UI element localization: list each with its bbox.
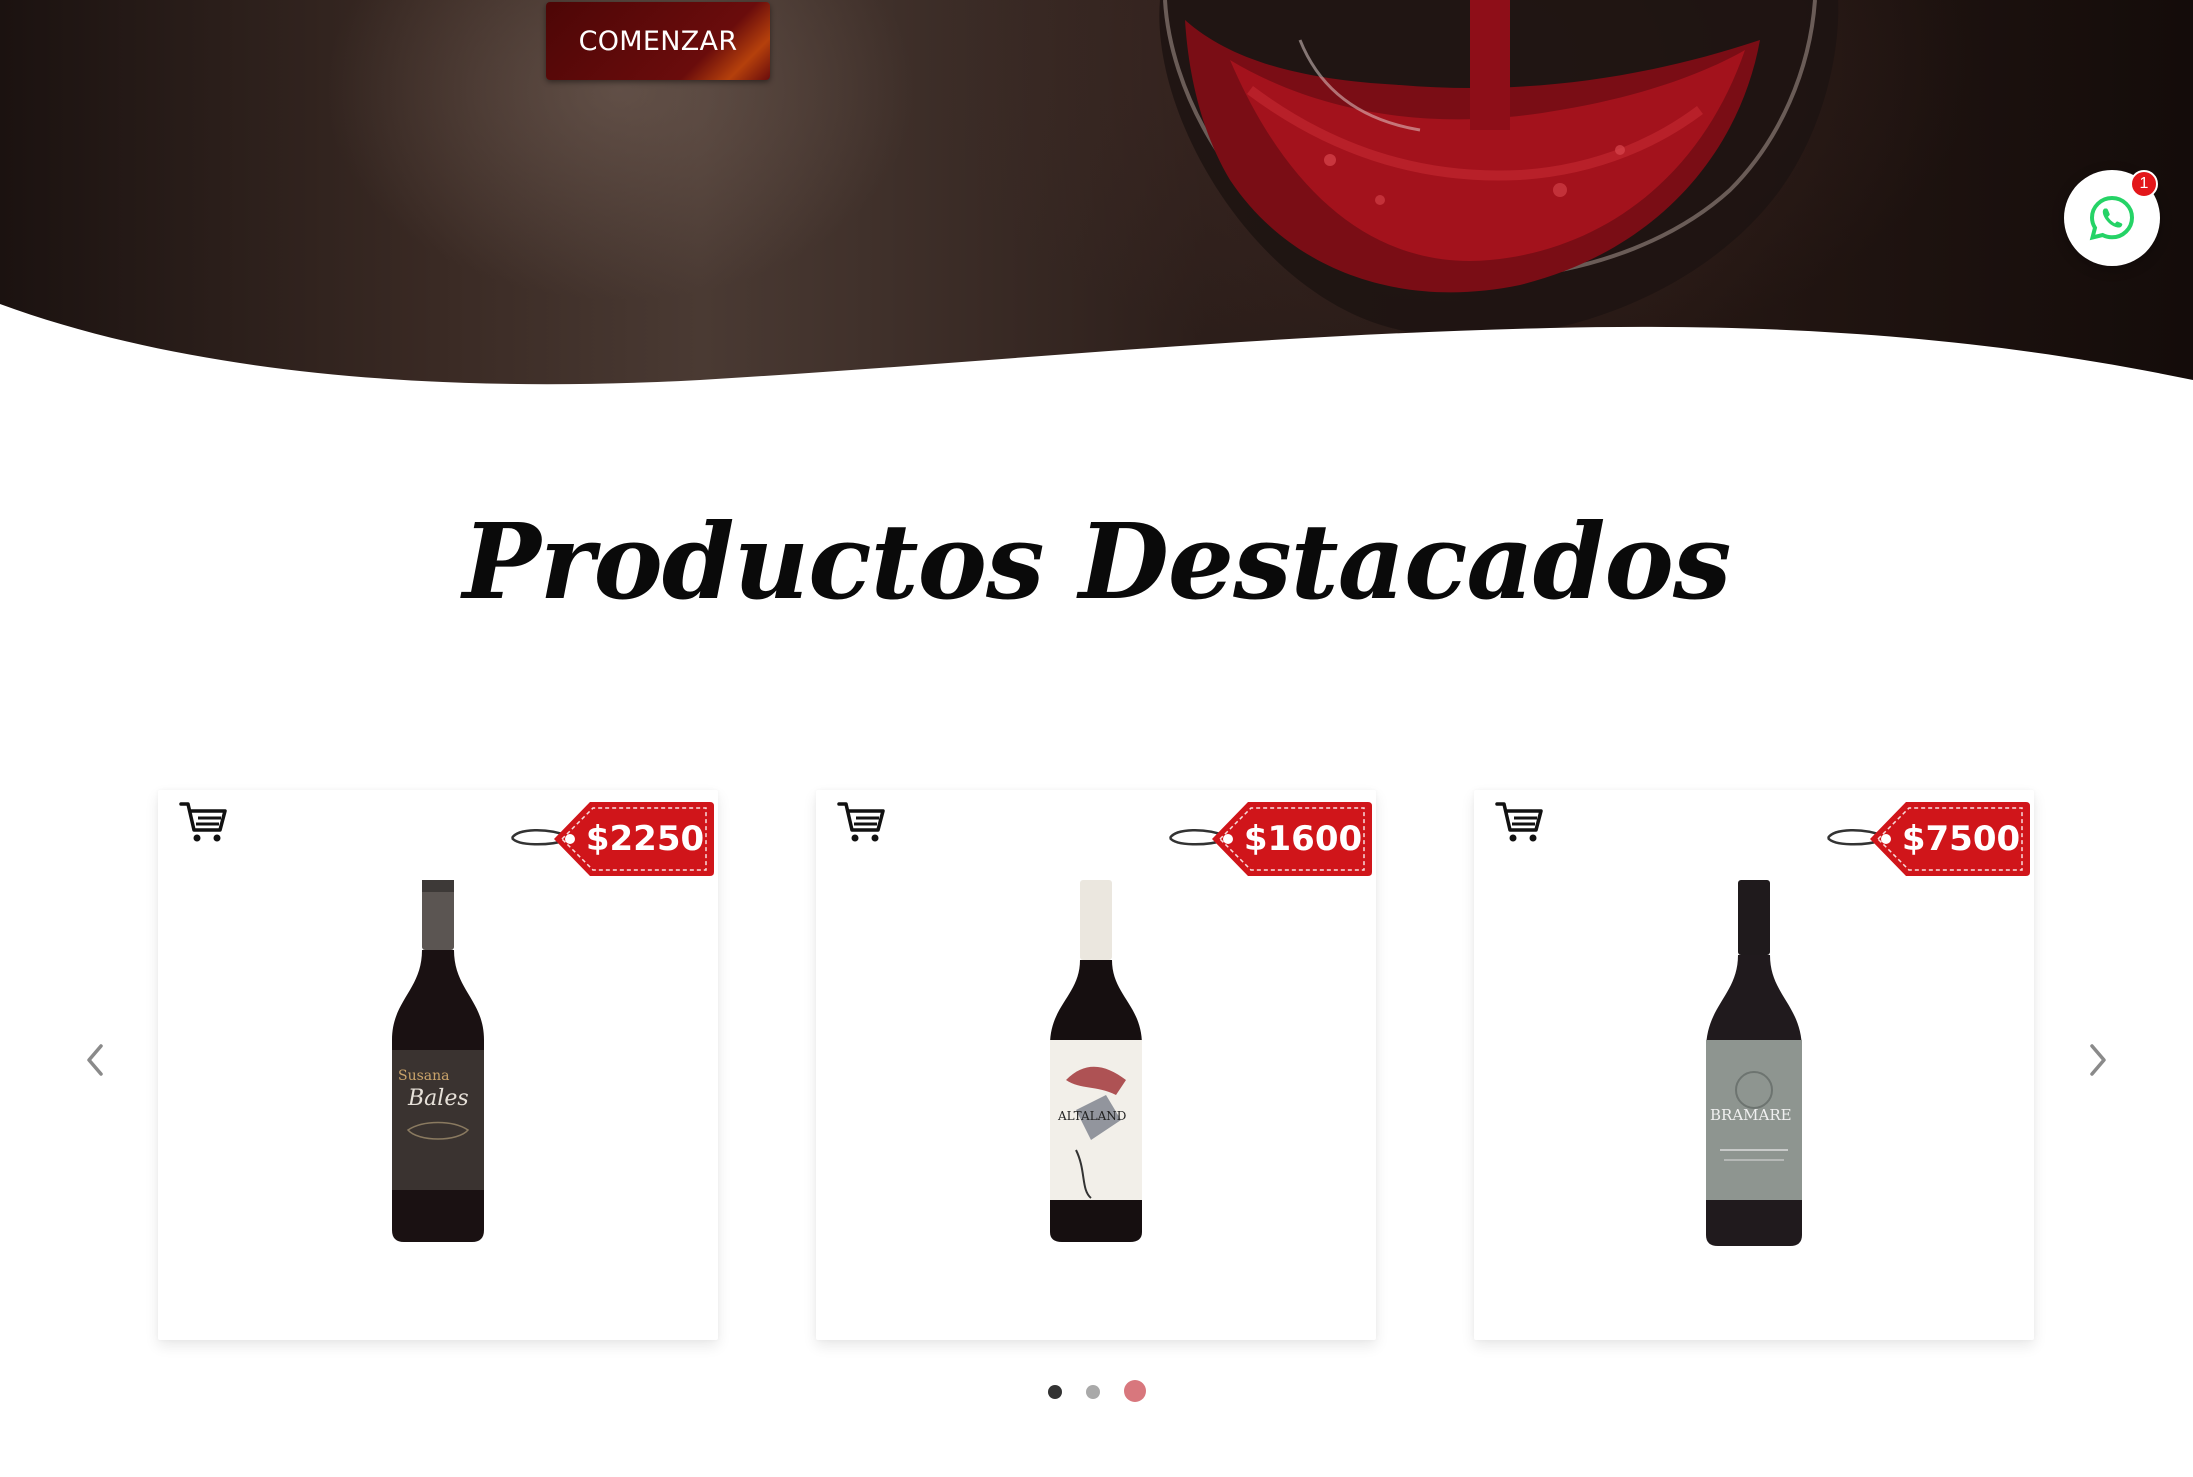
bottle-label-line: Susana (398, 1068, 450, 1084)
cart-icon (837, 802, 885, 842)
carousel-next-button[interactable] (2073, 1030, 2123, 1090)
start-button[interactable]: COMENZAR (546, 2, 770, 80)
wine-bottle-image: ALTALAND (1050, 880, 1142, 1242)
product-card[interactable]: $1600 ALTALAND (816, 790, 1376, 1340)
add-to-cart-button[interactable] (1494, 798, 1546, 846)
carousel-prev-button[interactable] (70, 1030, 120, 1090)
whatsapp-icon (2089, 195, 2135, 241)
cart-icon (179, 802, 227, 842)
carousel-dot-1[interactable] (1048, 1385, 1062, 1399)
wine-bottle-image: Susana Bales (392, 880, 484, 1242)
add-to-cart-button[interactable] (836, 798, 888, 846)
bottle-label-brand: Bales (407, 1086, 469, 1111)
notification-badge: 1 (2130, 170, 2158, 198)
section-title: Productos Destacados (462, 500, 1732, 623)
bottle-label-brand: BRAMARE (1710, 1106, 1792, 1124)
price-tag: $2250 (508, 798, 714, 880)
product-price: $2250 (585, 819, 705, 859)
hero-banner: COMENZAR (0, 0, 2193, 390)
carousel-pagination (1040, 1378, 1160, 1404)
product-card[interactable]: $2250 Susana Bales (158, 790, 718, 1340)
chevron-left-icon (87, 1044, 103, 1076)
wine-bottle-image: BRAMARE (1706, 880, 1802, 1246)
product-card[interactable]: $7500 BRAMARE (1474, 790, 2034, 1340)
price-tag: $7500 (1824, 798, 2030, 880)
chevron-right-icon (2090, 1044, 2106, 1076)
carousel-dot-3-active[interactable] (1124, 1380, 1146, 1402)
hero-wine-glass-art (0, 0, 2193, 390)
price-tag: $1600 (1166, 798, 1372, 880)
carousel-dot-2[interactable] (1086, 1385, 1100, 1399)
product-price: $1600 (1243, 819, 1363, 859)
bottle-label-brand: ALTALAND (1057, 1109, 1126, 1123)
cart-icon (1495, 802, 1543, 842)
add-to-cart-button[interactable] (178, 798, 230, 846)
product-price: $7500 (1901, 819, 2021, 859)
